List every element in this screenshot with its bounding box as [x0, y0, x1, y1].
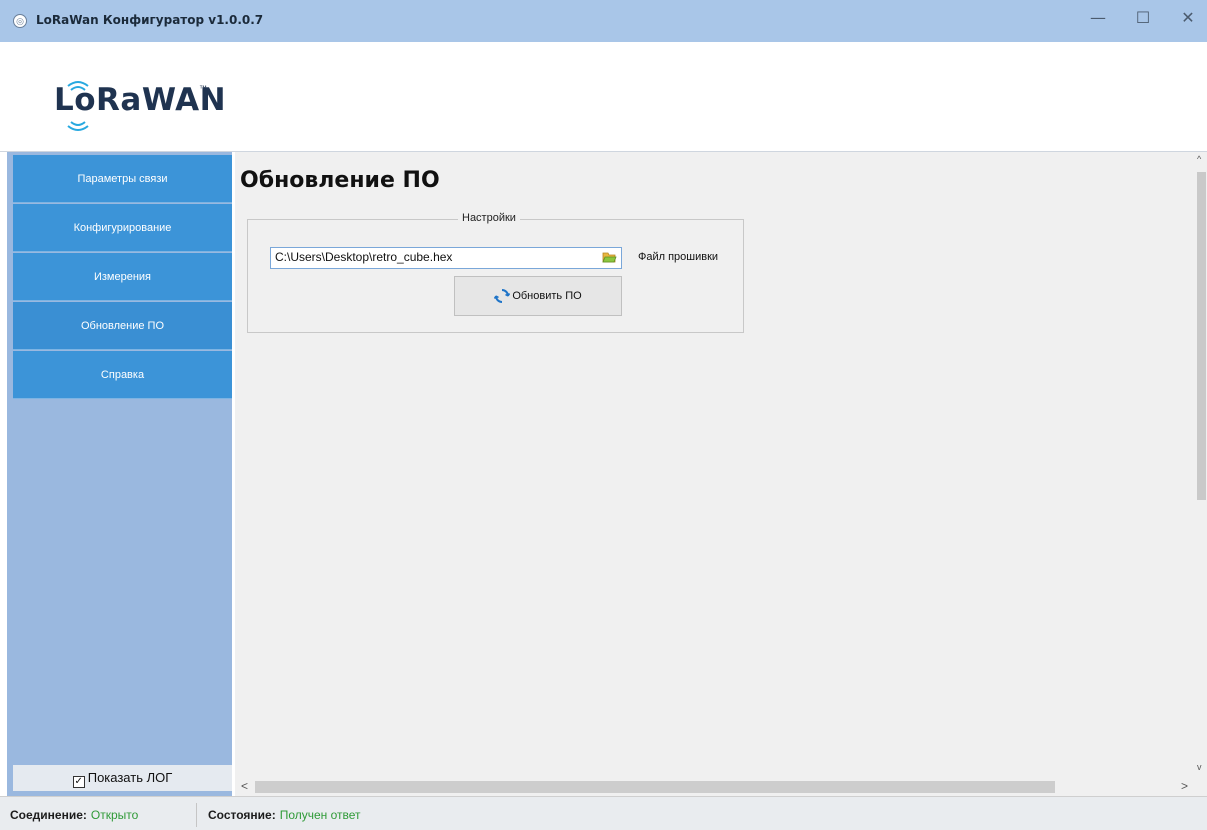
- checkbox-checked-icon[interactable]: ✓: [72, 776, 85, 788]
- firmware-path-input[interactable]: C:\Users\Desktop\retro_cube.hex: [270, 247, 622, 269]
- logo-header: LoRaWAN ™: [0, 42, 1207, 152]
- sidebar-item-firmware-update[interactable]: Обновление ПО: [13, 302, 232, 350]
- show-log-checkbox[interactable]: ✓ Показать ЛОГ: [13, 765, 232, 791]
- status-bar: Соединение: Открыто Состояние: Получен отв…: [0, 796, 1207, 830]
- horizontal-scrollbar[interactable]: < >: [235, 778, 1196, 796]
- vertical-scroll-thumb[interactable]: [1197, 172, 1206, 500]
- main-panel: Обновление ПО Настройки C:\Users\Desktop…: [235, 152, 1196, 778]
- sidebar-item-connection-params[interactable]: Параметры связи: [13, 155, 232, 203]
- horizontal-scroll-thumb[interactable]: [255, 781, 1055, 793]
- logo-trademark: ™: [199, 84, 207, 93]
- folder-open-icon[interactable]: [602, 251, 617, 264]
- scroll-down-arrow-icon[interactable]: v: [1197, 762, 1202, 772]
- sidebar-item-configuration[interactable]: Конфигурирование: [13, 204, 232, 252]
- refresh-icon: [494, 289, 511, 304]
- window-titlebar: ◎ LoRaWan Конфигуратор v1.0.0.7 — ☐ ✕: [0, 0, 1207, 42]
- app-icon: ◎: [13, 14, 27, 28]
- state-status: Состояние: Получен ответ: [208, 808, 361, 822]
- status-separator: [196, 803, 197, 827]
- show-log-label: Показать ЛОГ: [87, 770, 173, 785]
- update-firmware-button[interactable]: Обновить ПО: [454, 276, 622, 316]
- lorawan-logo: LoRaWAN ™: [54, 78, 226, 140]
- sidebar-item-help[interactable]: Справка: [13, 351, 232, 399]
- sidebar: Параметры связи Конфигурирование Измерен…: [7, 152, 232, 796]
- state-status-key: Состояние:: [208, 808, 276, 822]
- minimize-button[interactable]: —: [1080, 6, 1116, 32]
- firmware-file-label: Файл прошивки: [638, 251, 719, 263]
- connection-status-key: Соединение:: [10, 808, 87, 822]
- update-firmware-label: Обновить ПО: [512, 290, 582, 302]
- sidebar-item-measurements[interactable]: Измерения: [13, 253, 232, 301]
- window-title: LoRaWan Конфигуратор v1.0.0.7: [36, 13, 264, 27]
- maximize-button[interactable]: ☐: [1125, 6, 1161, 32]
- connection-status-value: Открыто: [90, 808, 139, 822]
- groupbox-label: Настройки: [458, 212, 520, 224]
- connection-status: Соединение: Открыто: [10, 808, 138, 822]
- state-status-value: Получен ответ: [279, 808, 361, 822]
- vertical-scrollbar[interactable]: ^ v: [1196, 152, 1207, 796]
- settings-groupbox: Настройки C:\Users\Desktop\retro_cube.he…: [247, 212, 744, 333]
- page-title: Обновление ПО: [240, 168, 440, 193]
- scroll-left-arrow-icon[interactable]: <: [241, 779, 248, 793]
- scroll-up-arrow-icon[interactable]: ^: [1197, 154, 1201, 164]
- scroll-right-arrow-icon[interactable]: >: [1181, 779, 1188, 793]
- close-button[interactable]: ✕: [1170, 6, 1206, 32]
